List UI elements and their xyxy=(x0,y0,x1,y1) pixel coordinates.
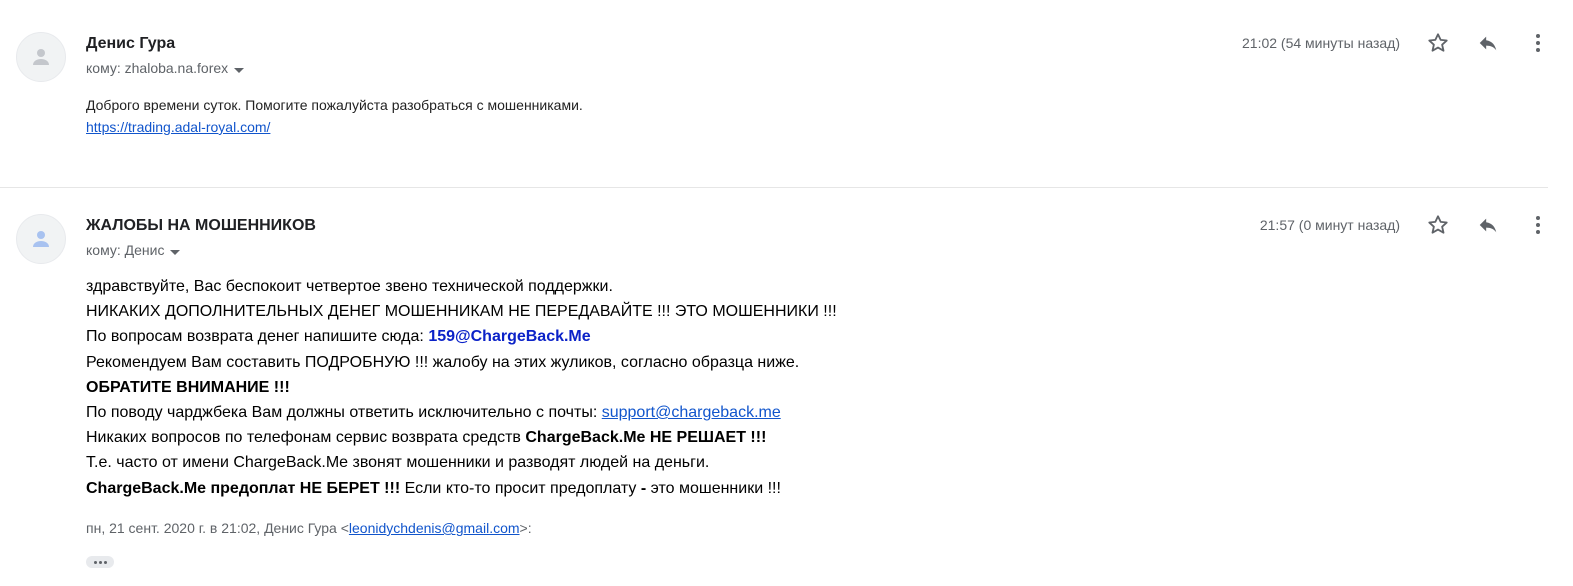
more-vert-icon[interactable] xyxy=(1526,213,1550,237)
message-time: 21:57 (0 минут назад) xyxy=(1259,217,1400,233)
body-line: По поводу чарджбека Вам должны ответить … xyxy=(86,400,837,425)
more-vert-icon[interactable] xyxy=(1526,31,1550,55)
body-bold: ChargeBack.Me предоплат НЕ БЕРЕТ !!! xyxy=(86,479,401,497)
recipient-line[interactable]: кому: Денис xyxy=(86,242,181,259)
reply-icon[interactable] xyxy=(1476,31,1500,55)
message-body: Доброго времени суток. Помогите пожалуйс… xyxy=(86,94,583,138)
sender-avatar[interactable] xyxy=(16,214,66,264)
person-icon xyxy=(33,231,49,247)
sender-name[interactable]: Денис Гура xyxy=(86,35,175,53)
quote-header: пн, 21 сент. 2020 г. в 21:02, Денис Гура… xyxy=(86,520,532,536)
message-1: Денис Гура кому: zhaloba.na.forex 21:02 … xyxy=(0,0,1573,187)
sender-avatar[interactable] xyxy=(16,32,66,82)
body-line: Рекомендуем Вам составить ПОДРОБНУЮ !!! … xyxy=(86,353,800,371)
body-line: здравствуйте, Вас беспокоит четвертое зв… xyxy=(86,278,613,295)
recipient-label: кому: Денис xyxy=(86,242,165,258)
quote-prefix: пн, 21 сент. 2020 г. в 21:02, Денис Гура… xyxy=(86,520,349,536)
chevron-down-icon[interactable] xyxy=(234,61,245,77)
body-text: это мошенники !!! xyxy=(646,479,781,497)
star-icon[interactable] xyxy=(1426,213,1450,237)
message-time: 21:02 (54 минуты назад) xyxy=(1242,35,1400,51)
recipient-line[interactable]: кому: zhaloba.na.forex xyxy=(86,60,245,77)
ellipsis-icon[interactable] xyxy=(86,556,114,568)
body-line: ОБРАТИТЕ ВНИМАНИЕ !!! xyxy=(86,378,290,396)
person-icon xyxy=(33,49,49,65)
body-line: НИКАКИХ ДОПОЛНИТЕЛЬНЫХ ДЕНЕГ МОШЕННИКАМ … xyxy=(86,303,837,321)
body-bold: ChargeBack.Me НЕ РЕШАЕТ !!! xyxy=(525,429,767,447)
chevron-down-icon[interactable] xyxy=(170,243,181,259)
body-line: Т.е. часто от имени ChargeBack.Me звонят… xyxy=(86,454,710,472)
email-highlight: 159@ChargeBack.Me xyxy=(428,328,591,346)
recipient-label: кому: zhaloba.na.forex xyxy=(86,60,229,76)
body-text: По вопросам возврата денег напишите сюда… xyxy=(86,328,429,346)
body-link[interactable]: https://trading.adal-royal.com/ xyxy=(86,119,270,135)
support-email-link[interactable]: support@chargeback.me xyxy=(602,404,781,421)
star-icon[interactable] xyxy=(1426,31,1450,55)
body-line: Никаких вопросов по телефонам сервис воз… xyxy=(86,425,837,450)
quote-email-link[interactable]: leonidychdenis@gmail.com xyxy=(349,520,520,536)
message-body: здравствуйте, Вас беспокоит четвертое зв… xyxy=(86,274,837,501)
reply-icon[interactable] xyxy=(1476,213,1500,237)
body-line: ChargeBack.Me предоплат НЕ БЕРЕТ !!! Есл… xyxy=(86,476,837,501)
quote-suffix: >: xyxy=(519,520,532,536)
sender-name[interactable]: ЖАЛОБЫ НА МОШЕННИКОВ xyxy=(86,217,316,235)
body-text: Никаких вопросов по телефонам сервис воз… xyxy=(86,429,526,447)
body-line: Доброго времени суток. Помогите пожалуйс… xyxy=(86,97,583,113)
body-text: По поводу чарджбека Вам должны ответить … xyxy=(86,404,602,422)
body-line: По вопросам возврата денег напишите сюда… xyxy=(86,324,837,349)
body-text: Если кто-то просит предоплату xyxy=(400,479,641,497)
